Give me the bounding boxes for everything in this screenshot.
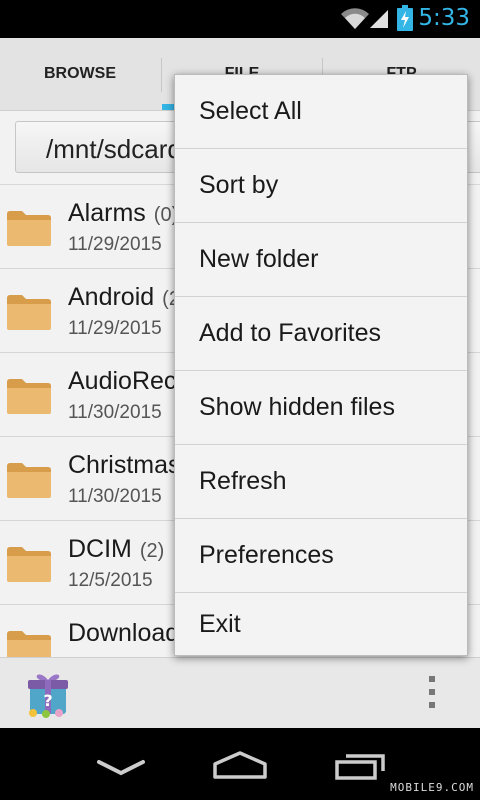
- file-date: 11/29/2015: [68, 234, 162, 255]
- file-date: 11/30/2015: [68, 486, 162, 507]
- wifi-icon: [341, 8, 369, 30]
- recents-icon[interactable]: [334, 750, 388, 780]
- back-icon[interactable]: [96, 758, 146, 778]
- menu-item-refresh[interactable]: Refresh: [175, 445, 467, 519]
- overflow-menu-icon[interactable]: [424, 674, 440, 710]
- overflow-menu: Select All Sort by New folder Add to Fav…: [174, 74, 468, 656]
- file-name: Christmas: [68, 451, 181, 479]
- folder-icon: [7, 463, 51, 498]
- bottom-bar: ?: [0, 657, 480, 729]
- watermark: MOBILE9.COM: [390, 781, 474, 794]
- folder-icon: [7, 631, 51, 657]
- battery-charging-icon: [397, 5, 413, 31]
- status-bar: 5:33: [0, 0, 480, 38]
- file-name: Android(2): [68, 283, 187, 312]
- menu-item-add-to-favorites[interactable]: Add to Favorites: [175, 297, 467, 371]
- file-name: Alarms (0): [68, 199, 179, 227]
- svg-text:?: ?: [43, 691, 52, 710]
- menu-item-exit[interactable]: Exit: [175, 593, 467, 655]
- navigation-bar: MOBILE9.COM: [0, 728, 480, 800]
- file-count: (2): [139, 540, 165, 562]
- tab-browse[interactable]: BROWSE: [0, 38, 160, 110]
- status-time: 5:33: [418, 5, 470, 31]
- file-date: 11/29/2015: [68, 318, 162, 339]
- folder-icon: [7, 379, 51, 414]
- menu-item-sort-by[interactable]: Sort by: [175, 149, 467, 223]
- signal-icon: [370, 10, 388, 28]
- menu-item-select-all[interactable]: Select All: [175, 75, 467, 149]
- home-icon[interactable]: [212, 750, 268, 780]
- file-name: DCIM (2): [68, 535, 165, 563]
- path-text: /mnt/sdcard: [46, 134, 182, 164]
- menu-item-new-folder[interactable]: New folder: [175, 223, 467, 297]
- file-date: 12/5/2015: [68, 570, 153, 591]
- folder-icon: [7, 295, 51, 330]
- help-gift-icon[interactable]: ?: [26, 670, 70, 718]
- folder-icon: [7, 211, 51, 246]
- file-date: 11/30/2015: [68, 402, 162, 423]
- menu-item-show-hidden-files[interactable]: Show hidden files: [175, 371, 467, 445]
- folder-icon: [7, 547, 51, 582]
- menu-item-preferences[interactable]: Preferences: [175, 519, 467, 593]
